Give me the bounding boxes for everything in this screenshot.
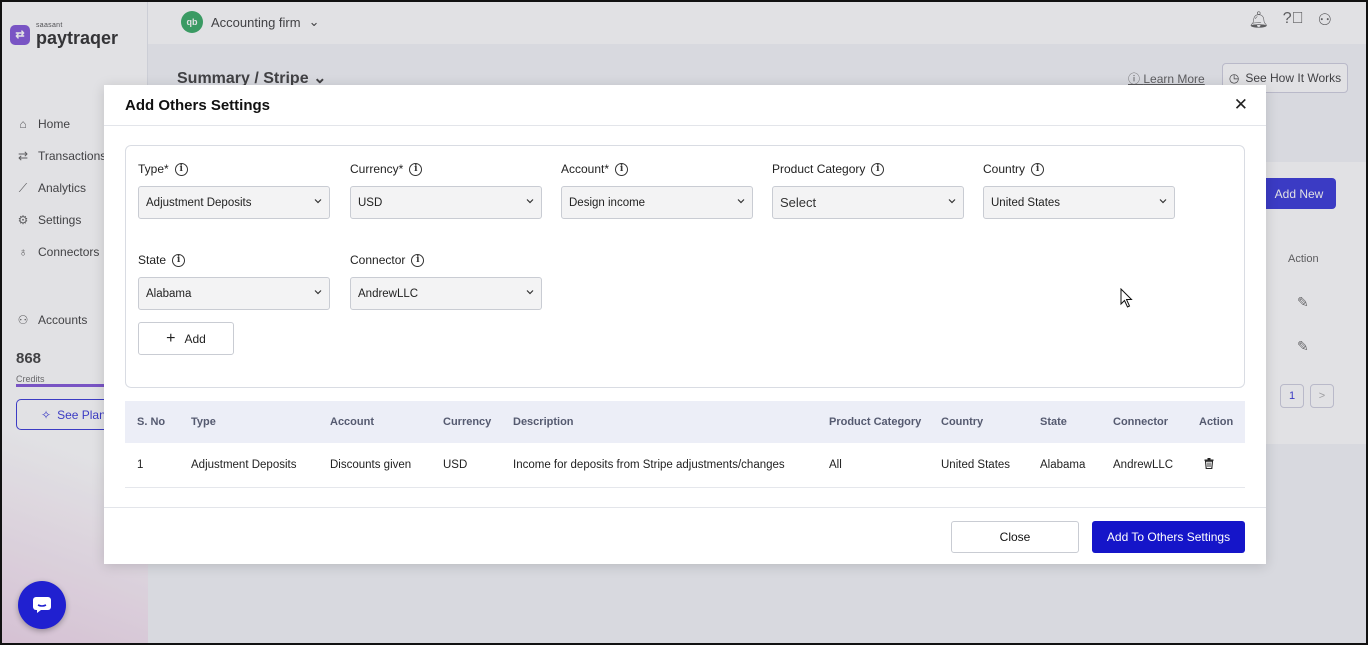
add-to-others-settings-button[interactable]: Add To Others Settings bbox=[1092, 521, 1245, 553]
modal-header: Add Others Settings ✕ bbox=[104, 85, 1266, 126]
chevron-down-icon bbox=[526, 199, 534, 204]
column-header: Type bbox=[191, 416, 216, 428]
account-select[interactable]: Design income bbox=[561, 186, 753, 219]
state-field: State i Alabama bbox=[138, 253, 330, 310]
settings-form: Type* i Adjustment Deposits Currency* i US… bbox=[125, 145, 1245, 388]
chat-icon bbox=[33, 597, 51, 613]
info-icon[interactable]: i bbox=[172, 253, 186, 267]
table-row: 1 Adjustment Deposits Discounts given US… bbox=[125, 443, 1245, 488]
close-icon[interactable]: ✕ bbox=[1234, 96, 1248, 113]
plus-icon: + bbox=[166, 329, 176, 347]
product-category-field: Product Category i Select bbox=[772, 162, 964, 219]
column-header: State bbox=[1040, 416, 1067, 428]
info-icon[interactable]: i bbox=[1031, 162, 1045, 176]
field-label: Currency* bbox=[350, 162, 404, 176]
currency-field: Currency* i USD bbox=[350, 162, 542, 219]
column-header: Action bbox=[1199, 416, 1234, 428]
column-header: Currency bbox=[443, 416, 492, 428]
type-select[interactable]: Adjustment Deposits bbox=[138, 186, 330, 219]
column-header: Country bbox=[941, 416, 984, 428]
column-header: S. No bbox=[137, 416, 166, 428]
modal-title: Add Others Settings bbox=[125, 96, 271, 114]
chat-button[interactable] bbox=[18, 581, 66, 629]
settings-table: S. No Type Account Currency Description … bbox=[125, 401, 1245, 488]
info-icon[interactable]: i bbox=[615, 162, 629, 176]
connector-field: Connector i AndrewLLC bbox=[350, 253, 542, 310]
connector-select[interactable]: AndrewLLC bbox=[350, 277, 542, 310]
field-label: Connector bbox=[350, 253, 406, 267]
field-label: Account* bbox=[561, 162, 610, 176]
chevron-down-icon bbox=[1159, 199, 1167, 204]
field-label: Country bbox=[983, 162, 1026, 176]
chevron-down-icon bbox=[737, 199, 745, 204]
info-icon[interactable]: i bbox=[871, 162, 885, 176]
cell-product-category: All bbox=[817, 443, 929, 488]
type-field: Type* i Adjustment Deposits bbox=[138, 162, 330, 219]
currency-select[interactable]: USD bbox=[350, 186, 542, 219]
chevron-down-icon bbox=[526, 290, 534, 295]
chevron-down-icon bbox=[948, 199, 956, 204]
field-label: State bbox=[138, 253, 167, 267]
mouse-cursor-icon bbox=[1120, 288, 1133, 308]
add-button[interactable]: + Add bbox=[138, 322, 234, 355]
trash-icon[interactable] bbox=[1204, 457, 1214, 469]
cell-description: Income for deposits from Stripe adjustme… bbox=[501, 443, 817, 488]
cell-account: Discounts given bbox=[318, 443, 431, 488]
column-header: Product Category bbox=[829, 416, 922, 428]
cell-country: United States bbox=[929, 443, 1028, 488]
column-header: Account bbox=[330, 416, 374, 428]
cell-state: Alabama bbox=[1028, 443, 1101, 488]
column-header: Connector bbox=[1113, 416, 1168, 428]
chevron-down-icon bbox=[314, 199, 322, 204]
account-field: Account* i Design income bbox=[561, 162, 753, 219]
country-select[interactable]: United States bbox=[983, 186, 1175, 219]
add-others-settings-modal: Add Others Settings ✕ Type* i Adjustment … bbox=[104, 85, 1266, 564]
info-icon[interactable]: i bbox=[174, 162, 188, 176]
cell-action bbox=[1187, 443, 1245, 488]
column-header: Description bbox=[513, 416, 574, 428]
cell-connector: AndrewLLC bbox=[1101, 443, 1187, 488]
close-button[interactable]: Close bbox=[951, 521, 1079, 553]
chevron-down-icon bbox=[314, 290, 322, 295]
cell-currency: USD bbox=[431, 443, 501, 488]
table-header-row: S. No Type Account Currency Description … bbox=[125, 401, 1245, 443]
state-select[interactable]: Alabama bbox=[138, 277, 330, 310]
modal-footer: Close Add To Others Settings bbox=[104, 507, 1266, 564]
field-label: Type* bbox=[138, 162, 169, 176]
cell-sno: 1 bbox=[125, 443, 179, 488]
info-icon[interactable]: i bbox=[411, 253, 425, 267]
country-field: Country i United States bbox=[983, 162, 1175, 219]
info-icon[interactable]: i bbox=[409, 162, 423, 176]
field-label: Product Category bbox=[772, 162, 866, 176]
cell-type: Adjustment Deposits bbox=[179, 443, 318, 488]
product-category-select[interactable]: Select bbox=[772, 186, 964, 219]
